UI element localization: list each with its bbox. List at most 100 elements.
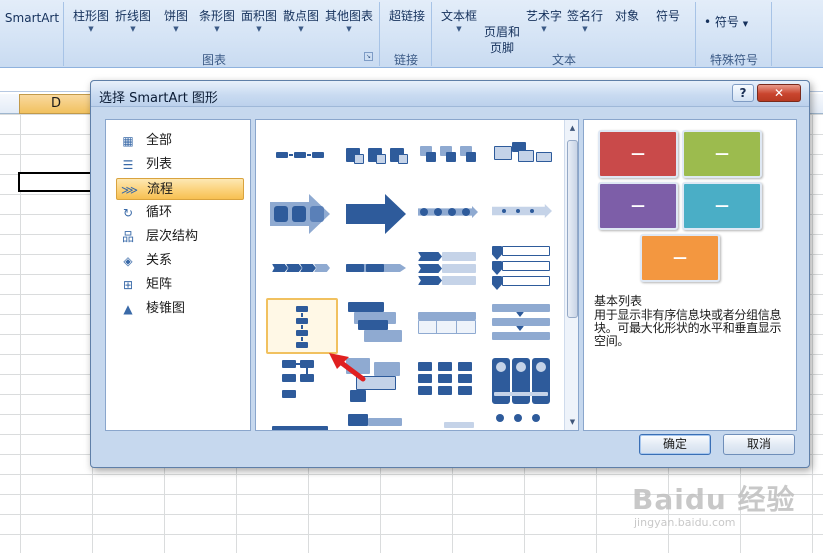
layout-thumbnail[interactable] [266, 244, 338, 298]
other-chart-button[interactable]: 其他图表 ▼ [322, 8, 376, 48]
group-label-chart: 图表 [201, 53, 226, 67]
dropdown-arrow-icon: ▼ [298, 25, 304, 33]
group-label-special: 特殊符号 [709, 53, 758, 67]
textbox-button[interactable]: 文本框 ▼ [438, 8, 480, 48]
gallery-scrollbar[interactable]: ▲ ▼ [564, 120, 578, 430]
dropdown-arrow-icon: ▼ [130, 25, 136, 33]
layout-thumbnail[interactable] [266, 188, 338, 242]
smartart-dialog: 选择 SmartArt 图形 ? ✕ ▦ 全部 ☰ 列表 ⋙ 流程 ↻ 循环 品… [90, 80, 810, 468]
bullet-icon: • [704, 15, 712, 29]
matrix-icon: ⊞ [122, 278, 134, 292]
layout-thumbnail[interactable] [342, 300, 414, 354]
dropdown-arrow-icon: ▼ [541, 25, 547, 33]
scatter-chart-button[interactable]: 散点图 ▼ [280, 8, 322, 48]
ok-button[interactable]: 确定 [639, 434, 711, 455]
other-chart-label: 其他图表 [324, 9, 373, 23]
layout-gallery: ▲ ▼ [255, 119, 579, 431]
wordart-label: 艺术字 [525, 9, 562, 23]
category-item-cycle[interactable]: ↻ 循环 [116, 202, 244, 224]
layout-name: 基本列表 [594, 294, 643, 308]
close-button[interactable]: ✕ [757, 84, 801, 102]
column-chart-button[interactable]: 柱形图 ▼ [70, 8, 112, 48]
layout-thumbnail[interactable] [414, 418, 486, 430]
textbox-label: 文本框 [440, 9, 477, 23]
symbol-button[interactable]: 符号 [650, 8, 686, 48]
ribbon-group-illustrations: SmartArt [0, 2, 64, 66]
pie-chart-label: 饼图 [163, 9, 188, 23]
help-button[interactable]: ? [732, 84, 754, 102]
category-item-process[interactable]: ⋙ 流程 [116, 178, 244, 200]
special-symbol-dropdown[interactable]: • 符号 ▼ [704, 14, 766, 54]
hyperlink-label: 超链接 [388, 9, 425, 23]
layout-thumbnail[interactable] [488, 300, 560, 354]
active-cell[interactable] [18, 172, 96, 192]
layout-thumbnail[interactable] [414, 188, 486, 242]
layout-thumbnail[interactable] [342, 188, 414, 242]
layout-thumbnail[interactable] [414, 300, 486, 354]
list-icon: ☰ [122, 158, 134, 172]
watermark-logo: Baidu 经验 [632, 483, 796, 516]
dropdown-arrow-icon: ▼ [582, 25, 588, 33]
scroll-up-icon[interactable]: ▲ [567, 122, 578, 134]
group-label-text: 文本 [551, 53, 576, 67]
signature-line-label: 签名行 [566, 9, 603, 23]
smartart-button[interactable]: SmartArt [4, 10, 60, 50]
pyramid-icon: ▲ [123, 302, 133, 316]
category-label: 循环 [146, 205, 173, 220]
area-chart-button[interactable]: 面积图 ▼ [238, 8, 280, 48]
ribbon-group-special-symbols: • 符号 ▼ 特殊符号 [698, 2, 772, 67]
category-label: 流程 [147, 182, 174, 197]
hyperlink-button[interactable]: 超链接 [384, 8, 430, 48]
dropdown-arrow-icon: ▼ [88, 25, 94, 33]
dropdown-arrow-icon: ▼ [214, 25, 220, 33]
category-item-pyramid[interactable]: ▲ 棱锥图 [116, 298, 244, 320]
preview-shape: — [682, 130, 762, 178]
layout-thumbnail[interactable] [488, 188, 560, 242]
layout-thumbnail[interactable] [414, 132, 486, 186]
category-item-hierarchy[interactable]: 品 层次结构 [116, 226, 244, 248]
category-item-matrix[interactable]: ⊞ 矩阵 [116, 274, 244, 296]
special-symbol-label: 符号 [714, 15, 739, 29]
header-footer-button[interactable]: 页眉和 页脚 [480, 8, 524, 55]
column-header-d[interactable]: D [19, 94, 93, 114]
scrollbar-thumb[interactable] [567, 140, 578, 318]
dialog-titlebar[interactable]: 选择 SmartArt 图形 ? ✕ [91, 81, 809, 107]
red-annotation-arrow-icon [329, 353, 366, 382]
signature-line-button[interactable]: 签名行 ▼ [564, 8, 606, 48]
layout-thumbnail[interactable] [414, 358, 486, 412]
ribbon-group-text: 文本框 ▼ 页眉和 页脚 艺术字 ▼ 签名行 ▼ 对象 符号 文本 [434, 2, 696, 67]
layout-thumbnail[interactable] [342, 244, 414, 298]
wordart-button[interactable]: 艺术字 ▼ [524, 8, 564, 48]
line-chart-button[interactable]: 折线图 ▼ [112, 8, 154, 48]
object-label: 对象 [614, 9, 639, 23]
layout-thumbnail[interactable] [266, 132, 338, 186]
layout-thumbnail[interactable] [488, 358, 560, 412]
layout-thumbnail[interactable] [414, 244, 486, 298]
line-chart-label: 折线图 [114, 9, 151, 23]
cycle-icon: ↻ [122, 206, 134, 220]
category-item-all[interactable]: ▦ 全部 [116, 130, 244, 152]
category-item-relationship[interactable]: ◈ 关系 [116, 250, 244, 272]
object-button[interactable]: 对象 [610, 8, 644, 48]
layout-thumbnail[interactable] [266, 416, 338, 430]
preview-shape: — [598, 130, 678, 178]
category-label: 列表 [146, 157, 173, 172]
pie-chart-button[interactable]: 饼图 ▼ [158, 8, 194, 48]
layout-thumbnail[interactable] [342, 414, 414, 430]
bar-chart-button[interactable]: 条形图 ▼ [196, 8, 238, 48]
layout-thumbnail[interactable] [342, 132, 414, 186]
category-list: ▦ 全部 ☰ 列表 ⋙ 流程 ↻ 循环 品 层次结构 ◈ 关系 ⊞ 矩阵 ▲ 棱 [105, 119, 251, 431]
dialog-launcher-icon[interactable]: ↘ [364, 52, 373, 61]
category-item-list[interactable]: ☰ 列表 [116, 154, 244, 176]
layout-thumbnail[interactable] [488, 412, 560, 430]
scroll-down-icon[interactable]: ▼ [567, 416, 578, 428]
preview-shape: — [682, 182, 762, 230]
ribbon: SmartArt 柱形图 ▼ 折线图 ▼ 饼图 ▼ 条形图 ▼ 面积图 ▼ 散点… [0, 0, 823, 68]
close-icon: ✕ [773, 86, 785, 100]
layout-thumbnail-selected[interactable] [266, 298, 338, 354]
layout-thumbnail[interactable] [488, 132, 560, 186]
cancel-button[interactable]: 取消 [723, 434, 795, 455]
dropdown-arrow-icon: ▼ [456, 25, 462, 33]
dialog-title: 选择 SmartArt 图形 [99, 91, 218, 106]
layout-thumbnail[interactable] [488, 244, 560, 298]
